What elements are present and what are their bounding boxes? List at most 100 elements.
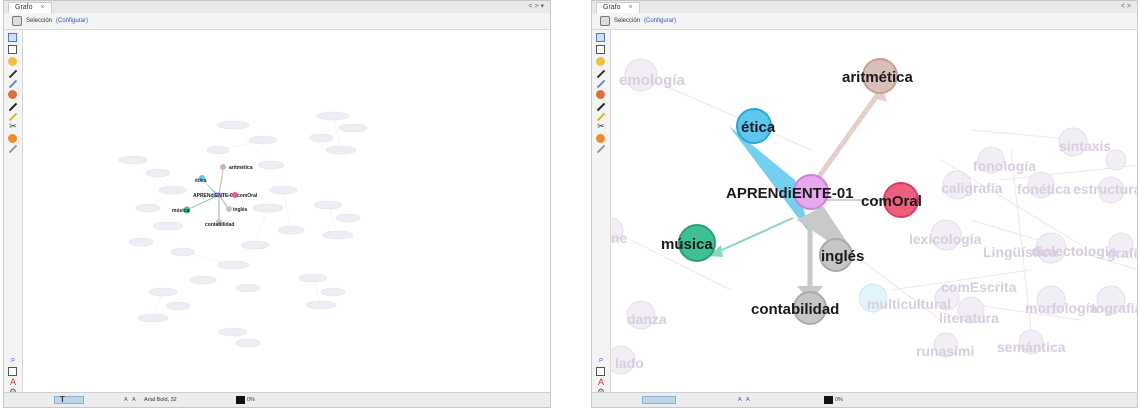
- right-tool-rectangle-icon[interactable]: [596, 45, 605, 54]
- left-selection-label: Selección: [26, 18, 53, 24]
- right-status-bar: A A 0%: [592, 392, 1137, 407]
- right-tool-paint-icon[interactable]: [596, 57, 605, 66]
- left-tool-pencil-icon[interactable]: [8, 69, 18, 79]
- right-label-ingles: inglés: [821, 248, 864, 265]
- right-tool-pencil-icon[interactable]: [596, 69, 606, 79]
- left-tool-rectangle-icon[interactable]: [8, 45, 17, 54]
- right-tool-heat-icon[interactable]: [596, 90, 605, 99]
- bg-label-fonetica: fonética: [1017, 181, 1071, 197]
- right-tool-node-icon[interactable]: [596, 134, 605, 143]
- left-node-ingles[interactable]: [226, 206, 232, 212]
- right-graph-tab[interactable]: Grafo ×: [596, 2, 640, 13]
- left-graph-canvas[interactable]: aritmética ética APRENdiENTE-01 comOral …: [23, 30, 550, 393]
- left-font-label[interactable]: Arial Bold, 32: [144, 393, 177, 407]
- left-tab-close-icon[interactable]: ×: [41, 4, 45, 11]
- right-tool-brush-icon[interactable]: [596, 79, 606, 89]
- bg-label-grafia: grafía: [1107, 245, 1137, 261]
- right-search-icon[interactable]: ⌕: [596, 355, 606, 364]
- right-tool-select-icon[interactable]: [596, 33, 605, 42]
- right-scale-b[interactable]: A: [746, 393, 750, 407]
- left-tool-brush-icon[interactable]: [8, 79, 18, 89]
- bg-label-ortografia: ortografía: [1077, 300, 1137, 316]
- left-selection-toolbar: Selección (Configurar): [4, 13, 550, 30]
- right-selection-icon[interactable]: [600, 16, 610, 26]
- right-tool-highlight-icon[interactable]: [596, 112, 606, 122]
- left-selection-icon[interactable]: [12, 16, 22, 26]
- right-scale-a[interactable]: A: [738, 393, 742, 407]
- right-tools-column: ✂ ⌕ A ⚙: [592, 30, 611, 397]
- left-label-etica: ética: [195, 178, 207, 184]
- left-tool-wand-icon[interactable]: [8, 144, 18, 154]
- bg-label-danza: danza: [627, 311, 667, 327]
- bg-label-lado: lado: [615, 355, 644, 371]
- bg-label-caligrafia: caligrafía: [941, 180, 1003, 196]
- left-tool-node-icon[interactable]: [8, 134, 17, 143]
- left-background-network: [118, 111, 368, 348]
- right-graph-svg[interactable]: emología sintaxis fonología caligrafía f…: [611, 30, 1137, 381]
- left-label-contabilidad: contabilidad: [205, 222, 234, 228]
- right-tool-scissors-icon[interactable]: ✂: [596, 122, 606, 131]
- right-label-aritmetica: aritmética: [842, 69, 914, 86]
- right-tool-wand-icon[interactable]: [596, 144, 606, 154]
- right-label-comoral: comOral: [861, 193, 922, 210]
- left-label-aritmetica: aritmética: [229, 165, 253, 171]
- right-label-musica: música: [661, 236, 713, 253]
- bg-label-lexicologia: lexicología: [909, 231, 982, 247]
- bg-label-sintaxis: sintaxis: [1059, 138, 1111, 154]
- bg-label-semantica: semántica: [997, 339, 1066, 355]
- right-configure-link[interactable]: (Configurar): [644, 13, 676, 29]
- right-grid-icon[interactable]: [596, 367, 605, 376]
- left-graph-tab-label: Grafo: [15, 4, 33, 11]
- left-tool-select-icon[interactable]: [8, 33, 17, 42]
- left-configure-link[interactable]: (Configurar): [56, 13, 88, 29]
- left-percent: 0%: [247, 397, 255, 403]
- left-tool-heat-icon[interactable]: [8, 90, 17, 99]
- right-graph-tab-label: Grafo: [603, 4, 621, 11]
- right-graph-window: Grafo × < > Selección (Configurar) ✂ ⌕ A …: [591, 0, 1138, 408]
- left-tool-edge-icon[interactable]: [8, 102, 18, 112]
- right-edge-musica: [712, 217, 794, 255]
- left-search-icon[interactable]: ⌕: [8, 355, 18, 364]
- left-label-aprendiente: APRENdiENTE-01: [193, 193, 236, 199]
- right-graph-canvas[interactable]: emología sintaxis fonología caligrafía f…: [611, 30, 1137, 393]
- bg-label-dialectologia: dialectología: [1031, 243, 1117, 259]
- bg-label-comescrita: comEscrita: [941, 279, 1017, 295]
- left-zoom-control[interactable]: [54, 396, 84, 404]
- right-tool-edge-icon[interactable]: [596, 102, 606, 112]
- left-graph-tab[interactable]: Grafo ×: [8, 2, 52, 13]
- left-tool-scissors-icon[interactable]: ✂: [8, 122, 18, 131]
- right-selection-toolbar: Selección (Configurar): [592, 13, 1137, 30]
- left-color-swatch[interactable]: [236, 396, 245, 404]
- bg-label-fonologia: fonología: [973, 158, 1036, 174]
- left-graph-svg[interactable]: aritmética ética APRENdiENTE-01 comOral …: [23, 30, 550, 381]
- bg-label-literatura: literatura: [939, 310, 999, 326]
- left-graph-window: Grafo × < > ▾ Selección (Configurar) ✂ ⌕ …: [3, 0, 551, 408]
- left-label-comoral: comOral: [237, 193, 258, 199]
- bg-label-runasimi: runasimi: [916, 343, 974, 359]
- right-selection-label: Selección: [614, 18, 641, 24]
- right-label-contabilidad: contabilidad: [751, 301, 839, 318]
- left-tools-column: ✂ ⌕ A ⚙: [4, 30, 23, 397]
- right-percent: 0%: [835, 397, 843, 403]
- left-grid-icon[interactable]: [8, 367, 17, 376]
- right-label-etica: ética: [741, 119, 776, 136]
- left-edge-aritmetica: [218, 169, 224, 196]
- right-color-swatch[interactable]: [824, 396, 833, 404]
- left-scale-a[interactable]: A: [124, 393, 128, 407]
- right-tab-close-icon[interactable]: ×: [629, 4, 633, 11]
- left-label-musica: música: [172, 208, 189, 214]
- left-zoom-text: T: [60, 395, 65, 404]
- left-window-controls[interactable]: < > ▾: [528, 2, 544, 12]
- left-node-aritmetica[interactable]: [220, 164, 226, 170]
- bg-label-emologia: emología: [619, 72, 686, 89]
- left-tool-highlight-icon[interactable]: [8, 112, 18, 122]
- right-zoom-control[interactable]: [642, 396, 676, 404]
- right-text-icon[interactable]: A: [596, 378, 606, 387]
- left-text-icon[interactable]: A: [8, 378, 18, 387]
- left-tool-paint-icon[interactable]: [8, 57, 17, 66]
- right-window-controls[interactable]: < >: [1121, 2, 1131, 12]
- left-scale-b[interactable]: A: [132, 393, 136, 407]
- left-focus-subgraph: aritmética ética APRENdiENTE-01 comOral …: [172, 164, 258, 228]
- bg-label-estructura: estructura: [1073, 181, 1137, 197]
- left-status-bar: T A A Arial Bold, 32 0%: [4, 392, 550, 407]
